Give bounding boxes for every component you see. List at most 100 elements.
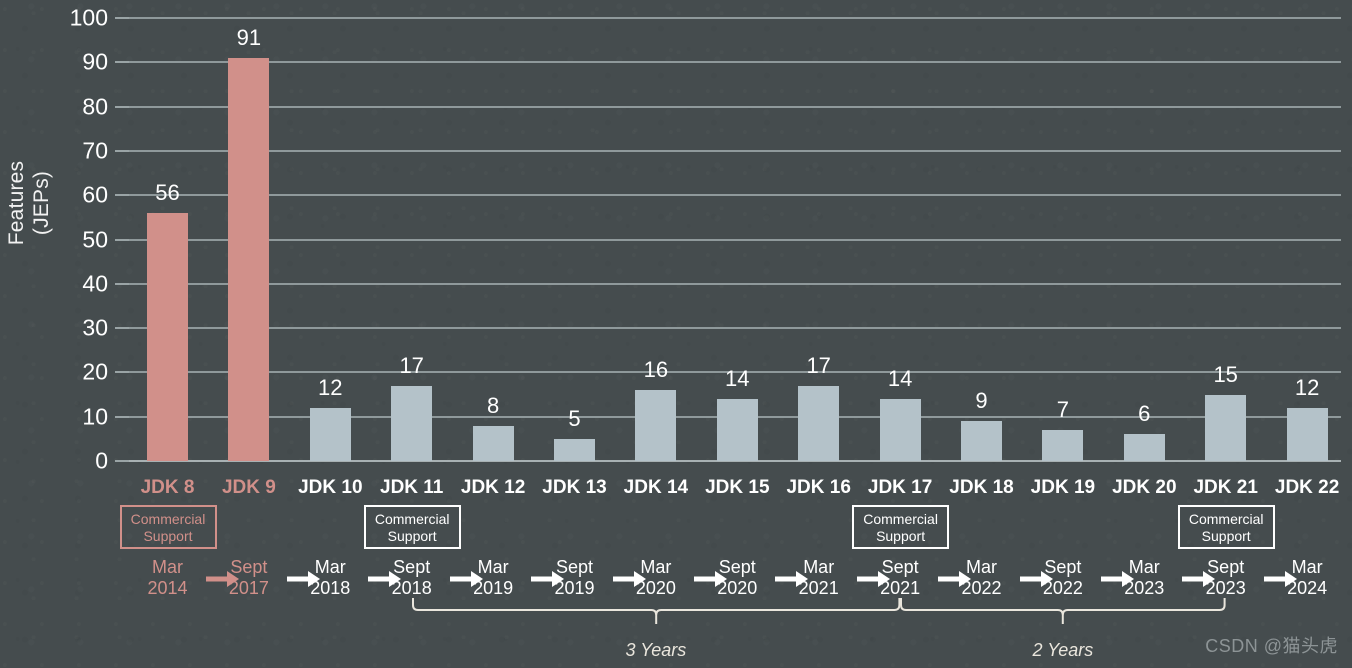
- y-tick-mark: [115, 17, 129, 19]
- bar[interactable]: [798, 385, 840, 461]
- bar[interactable]: [1123, 434, 1165, 461]
- release-date-label: Mar 2024: [1287, 557, 1328, 598]
- release-date-label: Mar 2020: [635, 557, 676, 598]
- y-tick-mark: [115, 149, 129, 152]
- y-tick-label: 50: [82, 226, 108, 252]
- bar[interactable]: [879, 398, 921, 461]
- commercial-support-badge: Commercial Support: [852, 505, 950, 549]
- x-category-label: JDK 17: [867, 477, 933, 498]
- x-category-label: JDK 16: [786, 477, 851, 498]
- y-axis-ticks: 100 90 80 70 60 50 40 30 20 10 0: [0, 0, 108, 668]
- bar[interactable]: [472, 425, 514, 461]
- gridline: [129, 282, 1341, 285]
- x-category-label: JDK 10: [298, 477, 363, 498]
- gridline: [129, 17, 1341, 19]
- bar[interactable]: [1042, 429, 1084, 461]
- release-date-label: Mar 2021: [798, 557, 839, 598]
- jdk-release-cadence-chart: Features (JEPs) 100 90 80 70 60 50 40 30 20 10 0 5…: [0, 0, 1352, 668]
- bar[interactable]: [309, 407, 351, 461]
- gridline: [129, 149, 1341, 152]
- csdn-watermark: CSDN @猫头虎: [1205, 636, 1338, 656]
- release-date-label: Sept 2018: [391, 557, 432, 598]
- duration-bracket: [900, 598, 1226, 628]
- y-tick-mark: [115, 282, 129, 285]
- bar[interactable]: [1205, 394, 1247, 461]
- x-category-label: JDK 8: [140, 477, 195, 498]
- x-category-label: JDK 22: [1274, 477, 1340, 498]
- release-date-label: Sept 2019: [554, 557, 595, 598]
- y-tick-label: 100: [69, 4, 108, 31]
- release-date-label: Mar 2022: [961, 557, 1002, 598]
- y-tick-label: 0: [95, 447, 108, 474]
- release-date-label: Sept 2017: [228, 557, 269, 598]
- y-tick-mark: [115, 61, 129, 64]
- gridline: [129, 105, 1341, 108]
- y-tick-label: 20: [82, 358, 108, 385]
- bar-value-label: 14: [887, 365, 913, 391]
- release-date-label: Sept 2020: [717, 557, 758, 598]
- bar-value-label: 6: [1138, 401, 1151, 427]
- bar-value-label: 8: [486, 392, 500, 418]
- y-tick-label: 70: [82, 137, 108, 164]
- release-date-label: Sept 2021: [880, 557, 921, 598]
- bar-value-label: 5: [568, 405, 581, 431]
- x-category-label: JDK 13: [542, 477, 607, 498]
- gridline: [129, 238, 1341, 241]
- bar[interactable]: [391, 385, 433, 461]
- bar-value-label: 16: [643, 357, 669, 383]
- bar-value-label: 9: [975, 388, 988, 414]
- x-category-label: JDK 15: [705, 477, 770, 498]
- y-tick-mark: [115, 105, 129, 108]
- commercial-support-badge: Commercial Support: [363, 505, 461, 549]
- x-category-label: JDK 18: [949, 477, 1014, 498]
- gridline: [129, 61, 1341, 64]
- bar-value-label: 17: [806, 352, 831, 378]
- y-tick-mark: [115, 327, 129, 330]
- bar-value-label: 56: [155, 179, 180, 205]
- duration-bracket: [411, 598, 901, 628]
- duration-bracket-label: 2 Years: [1032, 640, 1094, 660]
- x-category-label: JDK 19: [1030, 477, 1096, 498]
- y-tick-label: 10: [82, 403, 108, 430]
- release-date-label: Mar 2014: [147, 557, 188, 598]
- y-tick-label: 90: [82, 48, 108, 75]
- x-category-label: JDK 12: [460, 477, 526, 498]
- y-tick-label: 60: [82, 181, 108, 208]
- bar[interactable]: [716, 398, 758, 461]
- commercial-support-badge: Commercial Support: [119, 505, 217, 549]
- release-date-label: Sept 2023: [1205, 557, 1246, 598]
- bar-value-label: 17: [399, 352, 424, 378]
- bar-value-label: 12: [1294, 374, 1320, 400]
- gridline: [129, 194, 1341, 197]
- bar[interactable]: [554, 438, 595, 461]
- y-tick-mark: [115, 415, 129, 418]
- y-tick-label: 30: [82, 314, 108, 341]
- release-date-label: Mar 2019: [473, 557, 514, 598]
- release-date-label: Mar 2023: [1124, 557, 1165, 598]
- bar[interactable]: [635, 390, 677, 461]
- bar-value-label: 15: [1213, 361, 1238, 387]
- bar-value-label: 14: [725, 365, 750, 391]
- duration-bracket-label: 3 Years: [625, 640, 687, 660]
- y-tick-mark: [115, 371, 129, 374]
- y-tick-label: 40: [82, 270, 108, 297]
- bar[interactable]: [147, 212, 188, 461]
- x-category-label: JDK 11: [380, 477, 444, 498]
- bar[interactable]: [228, 57, 270, 461]
- bar-value-label: 91: [236, 24, 262, 50]
- bar-value-label: 7: [1056, 396, 1070, 422]
- commercial-support-badge: Commercial Support: [1177, 505, 1275, 549]
- x-category-label: JDK 20: [1112, 477, 1177, 498]
- x-category-label: JDK 21: [1193, 477, 1258, 498]
- x-category-label: JDK 9: [221, 477, 276, 498]
- x-category-label: JDK 14: [623, 477, 689, 498]
- bar-value-label: 12: [318, 374, 343, 400]
- y-tick-mark: [115, 194, 129, 197]
- release-date-label: Sept 2022: [1042, 557, 1083, 598]
- y-tick-mark: [115, 238, 129, 241]
- release-date-label: Mar 2018: [310, 557, 351, 598]
- gridline: [129, 327, 1341, 330]
- bar[interactable]: [961, 421, 1002, 461]
- y-tick-label: 80: [82, 93, 108, 120]
- bar[interactable]: [1286, 407, 1328, 461]
